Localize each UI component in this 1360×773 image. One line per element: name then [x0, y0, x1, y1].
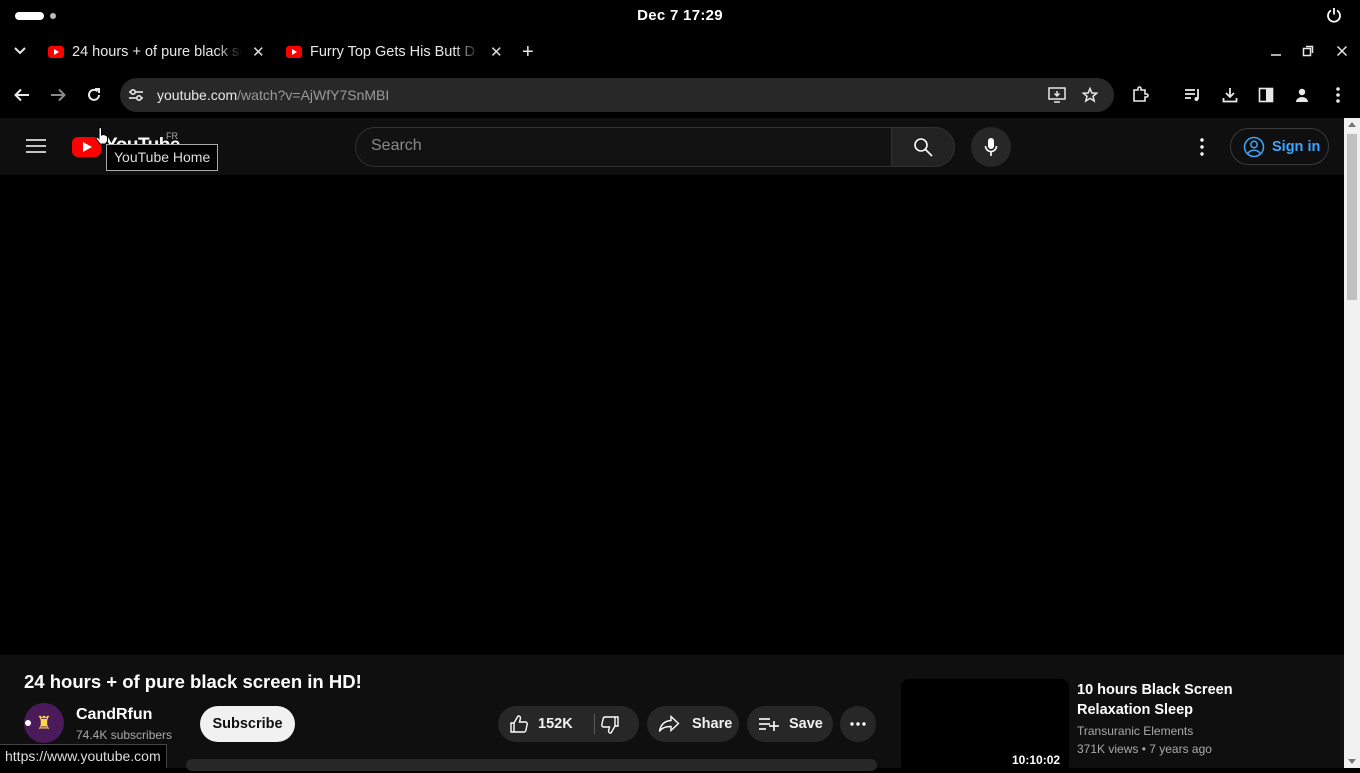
- home-tooltip: YouTube Home: [106, 144, 219, 171]
- os-top-bar: Dec 7 17:29: [0, 0, 1360, 32]
- profile-icon[interactable]: [1291, 84, 1313, 106]
- search-input[interactable]: [371, 137, 871, 155]
- video-player[interactable]: [0, 175, 1344, 655]
- back-arrow-icon[interactable]: [11, 84, 33, 106]
- channel-name[interactable]: CandRfun: [76, 706, 152, 724]
- microphone-icon: [984, 138, 998, 156]
- share-arrow-icon: [658, 715, 680, 733]
- youtube-favicon-icon: [286, 46, 302, 58]
- minimize-icon[interactable]: [1270, 44, 1282, 60]
- video-info-section: 24 hours + of pure black screen in HD! ♜…: [0, 655, 1344, 773]
- subscriber-count: 74.4K subscribers: [76, 728, 173, 742]
- share-label: Share: [692, 716, 733, 732]
- scroll-up-arrow-icon[interactable]: [1348, 122, 1356, 127]
- settings-more-icon[interactable]: [1190, 135, 1214, 164]
- share-button[interactable]: Share: [647, 706, 739, 742]
- thumbs-down-icon: [601, 716, 619, 734]
- install-app-icon[interactable]: [1046, 84, 1068, 106]
- youtube-masthead: YouTube FR YouTube Home Sign in: [0, 118, 1344, 175]
- site-info-icon[interactable]: [125, 84, 147, 106]
- close-window-icon[interactable]: [1336, 44, 1348, 60]
- search-box[interactable]: [355, 127, 892, 167]
- save-label: Save: [789, 716, 823, 732]
- tab-strip: 24 hours + of pure black screen in HD! ✕…: [0, 32, 1360, 72]
- scrollbar-thumb[interactable]: [1347, 134, 1357, 300]
- recommended-video-title[interactable]: 10 hours Black Screen Relaxation Sleep: [1077, 680, 1237, 720]
- channel-avatar[interactable]: ♜: [24, 703, 64, 743]
- recommended-video-meta: 371K views • 7 years ago: [1077, 742, 1212, 756]
- side-panel-icon[interactable]: [1255, 84, 1277, 106]
- recommended-channel-name[interactable]: Transuranic Elements: [1077, 724, 1193, 738]
- url-text[interactable]: youtube.com/watch?v=AjWfY7SnMBI: [157, 87, 389, 103]
- like-divider: [594, 714, 595, 734]
- url-domain: youtube.com: [157, 87, 238, 103]
- like-count[interactable]: 152K: [538, 716, 573, 732]
- system-clock[interactable]: Dec 7 17:29: [0, 7, 1360, 24]
- dislike-button[interactable]: [600, 715, 620, 739]
- forward-arrow-icon[interactable]: [47, 84, 69, 106]
- sign-in-label: Sign in: [1272, 138, 1321, 155]
- tab-title: Furry Top Gets His Butt D: [310, 44, 475, 60]
- region-code: FR: [166, 131, 178, 141]
- account-circle-icon: [1243, 136, 1265, 157]
- save-button[interactable]: Save: [747, 706, 833, 742]
- scroll-down-arrow-icon[interactable]: [1348, 759, 1356, 764]
- description-box[interactable]: [186, 759, 877, 771]
- video-duration-badge: 10:10:02: [1008, 752, 1065, 768]
- hand-cursor-icon: [95, 127, 109, 150]
- voice-search-button[interactable]: [971, 127, 1011, 167]
- power-icon[interactable]: [1326, 7, 1342, 28]
- youtube-favicon-icon: [48, 46, 64, 58]
- tab-active[interactable]: 24 hours + of pure black screen in HD! ✕: [48, 38, 265, 66]
- browser-toolbar: youtube.com/watch?v=AjWfY7SnMBI: [0, 72, 1360, 118]
- link-status-bubble: https://www.youtube.com: [0, 744, 167, 768]
- thumbs-up-icon: [510, 715, 528, 733]
- new-tab-icon[interactable]: +: [522, 38, 534, 66]
- tab-close-icon[interactable]: ✕: [490, 43, 503, 61]
- bookmark-star-icon[interactable]: [1079, 84, 1101, 106]
- reload-icon[interactable]: [83, 84, 105, 106]
- downloads-icon[interactable]: [1219, 84, 1241, 106]
- tab-search-chevron-icon[interactable]: [9, 40, 31, 62]
- video-title: 24 hours + of pure black screen in HD!: [24, 671, 362, 692]
- horizontal-dots-icon: [850, 722, 866, 726]
- media-controls-icon[interactable]: [1182, 84, 1204, 106]
- playlist-add-icon: [759, 718, 779, 731]
- restore-icon[interactable]: [1302, 44, 1314, 60]
- subscribe-button[interactable]: Subscribe: [200, 706, 295, 742]
- page-scrollbar[interactable]: [1344, 118, 1360, 768]
- tab-title: 24 hours + of pure black screen in HD!: [72, 44, 242, 60]
- sign-in-button[interactable]: Sign in: [1230, 128, 1329, 165]
- like-button[interactable]: [509, 714, 529, 738]
- browser-menu-icon[interactable]: [1327, 84, 1349, 106]
- like-dislike-group: 152K: [498, 706, 639, 742]
- tab-close-icon[interactable]: ✕: [252, 43, 265, 61]
- guide-menu-icon[interactable]: [26, 138, 46, 159]
- more-actions-button[interactable]: [840, 706, 876, 742]
- search-button[interactable]: [891, 127, 955, 167]
- address-bar[interactable]: youtube.com/watch?v=AjWfY7SnMBI: [120, 78, 1114, 112]
- extensions-icon[interactable]: [1129, 84, 1151, 106]
- url-path: /watch?v=AjWfY7SnMBI: [237, 87, 390, 103]
- search-icon: [914, 138, 933, 157]
- tab-inactive[interactable]: Furry Top Gets His Butt D ✕: [286, 38, 503, 66]
